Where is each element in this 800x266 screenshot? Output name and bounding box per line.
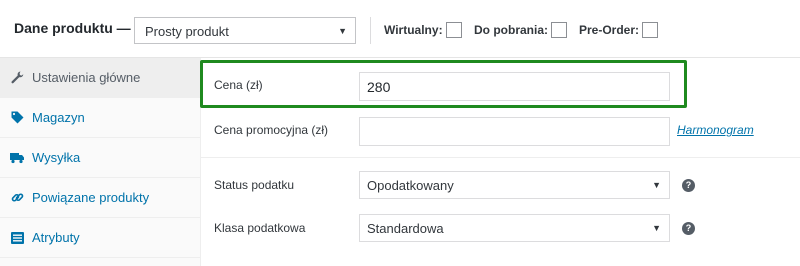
tax-status-select[interactable]: Opodatkowany ▼ bbox=[359, 171, 670, 199]
section-divider bbox=[201, 157, 800, 158]
tab-attributes-label: Atrybuty bbox=[32, 230, 80, 245]
list-icon bbox=[10, 231, 24, 245]
tag-icon bbox=[10, 111, 24, 125]
tab-linked-products-label: Powiązane produkty bbox=[32, 190, 150, 205]
option-virtual-label: Wirtualny: bbox=[384, 23, 443, 37]
tax-class-select[interactable]: Standardowa ▼ bbox=[359, 214, 670, 242]
sale-price-input[interactable] bbox=[359, 117, 670, 146]
product-type-select[interactable]: Prosty produkt ▼ bbox=[134, 17, 356, 44]
wrench-icon bbox=[10, 71, 24, 85]
panel-title: Dane produktu — bbox=[14, 20, 131, 36]
tab-shipping[interactable]: Wysyłka bbox=[0, 138, 201, 178]
tab-linked-products[interactable]: Powiązane produkty bbox=[0, 178, 201, 218]
tax-status-value: Opodatkowany bbox=[367, 178, 454, 193]
tax-class-label: Klasa podatkowa bbox=[214, 221, 306, 235]
help-icon[interactable]: ? bbox=[682, 179, 695, 192]
tax-status-label: Status podatku bbox=[214, 178, 295, 192]
product-data-tabs: Ustawienia główne Magazyn Wysyłka Powiąz… bbox=[0, 58, 201, 266]
header-separator bbox=[370, 17, 371, 44]
tab-shipping-label: Wysyłka bbox=[32, 150, 81, 165]
downloadable-checkbox[interactable] bbox=[551, 22, 567, 38]
product-data-header: Dane produktu — Prosty produkt ▼ Wirtual… bbox=[0, 0, 800, 58]
product-type-value: Prosty produkt bbox=[145, 24, 229, 39]
chevron-down-icon: ▼ bbox=[338, 26, 347, 36]
option-preorder-label: Pre-Order: bbox=[579, 23, 640, 37]
option-downloadable: Do pobrania: bbox=[474, 20, 567, 40]
chevron-down-icon: ▼ bbox=[652, 180, 661, 190]
tab-general-label: Ustawienia główne bbox=[32, 70, 141, 85]
truck-icon bbox=[10, 151, 24, 165]
option-downloadable-label: Do pobrania: bbox=[474, 23, 548, 37]
preorder-checkbox[interactable] bbox=[642, 22, 659, 38]
schedule-link[interactable]: Harmonogram bbox=[677, 123, 754, 137]
link-icon bbox=[10, 191, 24, 205]
tab-inventory[interactable]: Magazyn bbox=[0, 98, 201, 138]
virtual-checkbox[interactable] bbox=[445, 22, 462, 38]
tax-class-value: Standardowa bbox=[367, 221, 444, 236]
price-highlight-box bbox=[200, 60, 687, 108]
option-preorder: Pre-Order: bbox=[579, 20, 659, 40]
tab-attributes[interactable]: Atrybuty bbox=[0, 218, 201, 258]
tab-general[interactable]: Ustawienia główne bbox=[0, 58, 201, 98]
chevron-down-icon: ▼ bbox=[652, 223, 661, 233]
option-virtual: Wirtualny: bbox=[384, 20, 462, 40]
tab-inventory-label: Magazyn bbox=[32, 110, 85, 125]
help-icon[interactable]: ? bbox=[682, 222, 695, 235]
sale-price-label: Cena promocyjna (zł) bbox=[214, 123, 329, 137]
